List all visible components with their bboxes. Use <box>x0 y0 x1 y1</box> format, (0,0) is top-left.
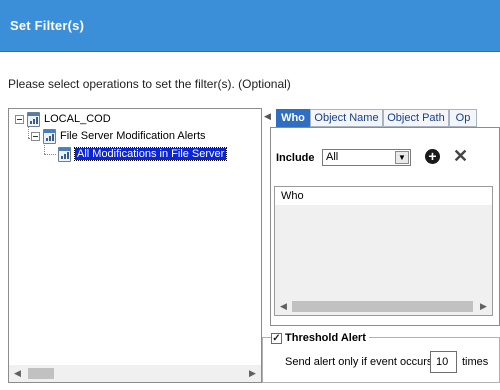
scroll-left-icon[interactable]: ◀ <box>9 365 26 382</box>
filter-tab-strip: ◀ Who Object Name Object Path Op <box>262 108 500 128</box>
instruction-text: Please select operations to set the filt… <box>8 77 291 91</box>
include-selected-value: All <box>326 151 339 163</box>
times-label: times <box>462 356 489 368</box>
chevron-down-icon[interactable]: ▼ <box>395 151 409 164</box>
dialog-title: Set Filter(s) <box>10 18 85 33</box>
scroll-right-icon[interactable]: ▶ <box>244 365 261 382</box>
tab-who[interactable]: Who <box>276 109 310 127</box>
close-icon: ✕ <box>453 146 469 166</box>
tree-node-all-modifications[interactable]: All Modifications in File Server <box>58 146 228 162</box>
threshold-alert-checkbox[interactable]: ✓ Threshold Alert <box>271 332 369 344</box>
remove-filter-button[interactable]: ✕ <box>453 147 468 165</box>
check-icon[interactable]: ✓ <box>271 332 282 344</box>
scroll-left-icon[interactable]: ◀ <box>275 298 292 315</box>
threshold-alert-label: Threshold Alert <box>285 332 366 344</box>
scroll-right-icon[interactable]: ▶ <box>475 298 492 315</box>
dialog-title-bar: Set Filter(s) <box>0 0 500 52</box>
tree-connector <box>44 154 56 155</box>
add-filter-button[interactable]: + <box>425 149 440 164</box>
tree-node-local-cod[interactable]: LOCAL_COD <box>15 111 111 127</box>
criteria-list[interactable]: Who ◀ ▶ <box>274 186 493 316</box>
scrollbar-thumb[interactable] <box>28 368 54 379</box>
event-count-input[interactable]: 10 <box>430 351 457 373</box>
criteria-column-header: Who <box>275 187 492 205</box>
collapse-icon[interactable] <box>15 114 24 124</box>
tree-node-label: File Server Modification Alerts <box>60 130 206 142</box>
report-icon <box>58 146 71 162</box>
tree-horizontal-scrollbar[interactable]: ◀ ▶ <box>9 365 261 382</box>
tab-operation[interactable]: Op <box>449 109 477 127</box>
tab-object-path[interactable]: Object Path <box>383 109 449 127</box>
include-label: Include <box>276 152 315 164</box>
send-alert-text: Send alert only if event occurs <box>285 356 433 368</box>
tree-node-label: LOCAL_COD <box>44 113 111 125</box>
report-icon <box>27 111 40 127</box>
tree-node-label: All Modifications in File Server <box>73 147 228 161</box>
tree-node-file-server-alerts[interactable]: File Server Modification Alerts <box>31 128 206 144</box>
tab-scroll-left-icon[interactable]: ◀ <box>264 111 271 122</box>
report-icon <box>43 128 56 144</box>
scrollbar-thumb[interactable] <box>292 301 473 312</box>
collapse-icon[interactable] <box>31 131 40 141</box>
tab-object-name[interactable]: Object Name <box>310 109 383 127</box>
criteria-horizontal-scrollbar[interactable]: ◀ ▶ <box>275 298 492 315</box>
tree-connector <box>28 126 29 138</box>
alert-tree-panel[interactable]: LOCAL_COD File Server Modification Alert… <box>8 108 262 383</box>
include-dropdown[interactable]: All ▼ <box>322 149 411 166</box>
tree-connector <box>44 142 45 154</box>
plus-icon: + <box>428 148 437 164</box>
